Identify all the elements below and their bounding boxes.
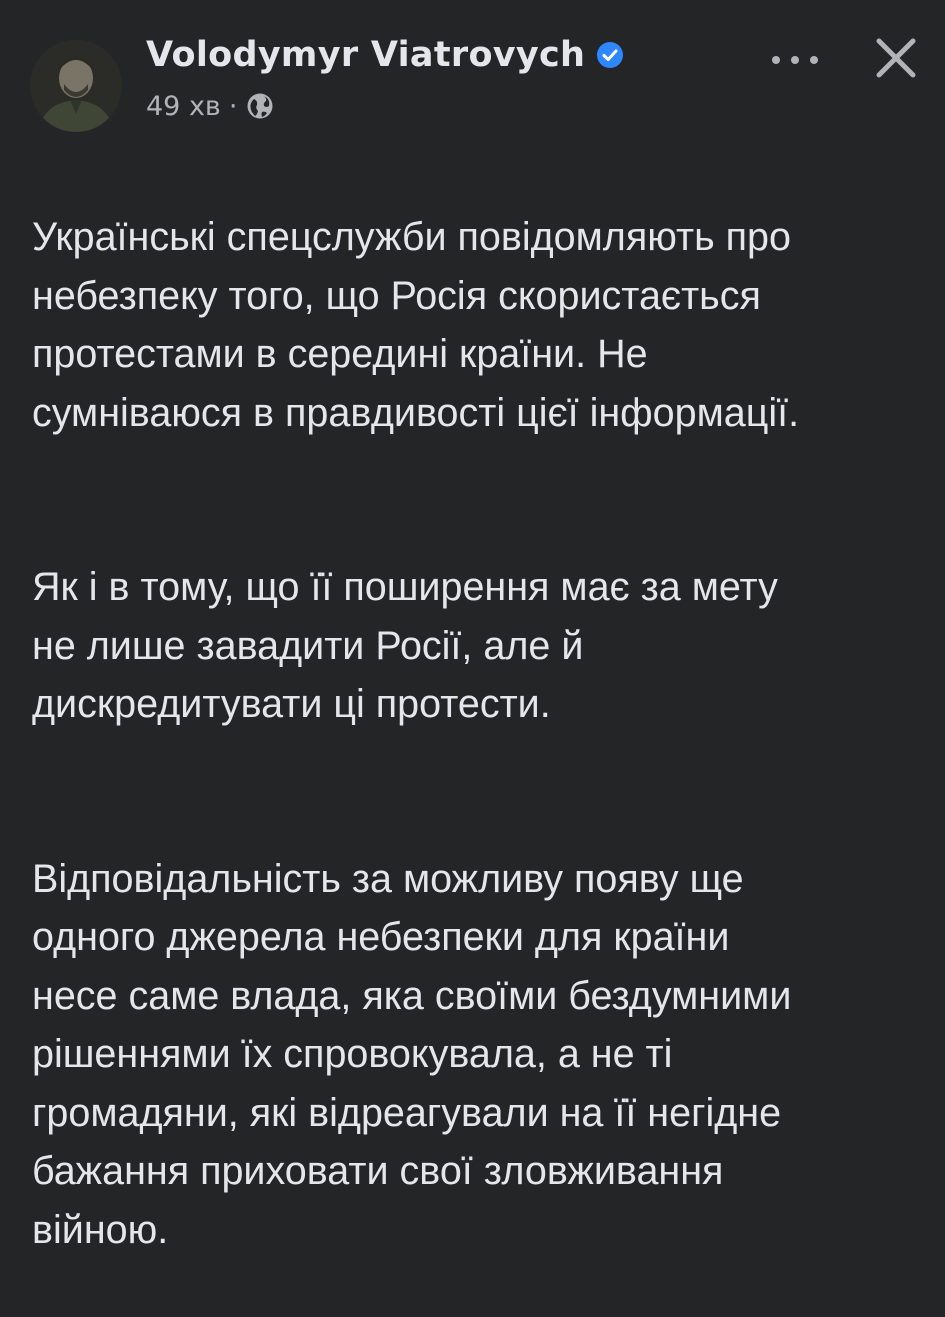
close-button[interactable] bbox=[868, 30, 924, 86]
post-time[interactable]: 49 хв bbox=[146, 91, 221, 122]
post-paragraph-1: Українські спецслужби повідомляють про н… bbox=[32, 215, 800, 435]
post-meta: 49 хв · bbox=[146, 88, 275, 124]
post-card: Volodymyr Viatrovych 49 хв · Українські … bbox=[0, 0, 945, 1252]
close-icon bbox=[876, 38, 916, 78]
avatar-image bbox=[30, 40, 122, 132]
post-paragraph-2: Як і в тому, що її поширення має за мету… bbox=[32, 565, 778, 727]
author-name[interactable]: Volodymyr Viatrovych bbox=[146, 35, 585, 75]
avatar[interactable] bbox=[30, 40, 122, 132]
more-options-button[interactable] bbox=[765, 40, 825, 80]
post-text: Українські спецслужби повідомляють про н… bbox=[32, 150, 922, 1317]
post-header: Volodymyr Viatrovych 49 хв · bbox=[30, 30, 920, 132]
verified-badge-icon bbox=[595, 40, 625, 70]
author-row: Volodymyr Viatrovych bbox=[146, 30, 625, 80]
meta-separator: · bbox=[228, 90, 238, 122]
globe-icon[interactable] bbox=[245, 91, 275, 121]
post-paragraph-3: Відповідальність за можливу появу ще одн… bbox=[32, 857, 792, 1252]
more-horizontal-icon bbox=[772, 56, 818, 64]
